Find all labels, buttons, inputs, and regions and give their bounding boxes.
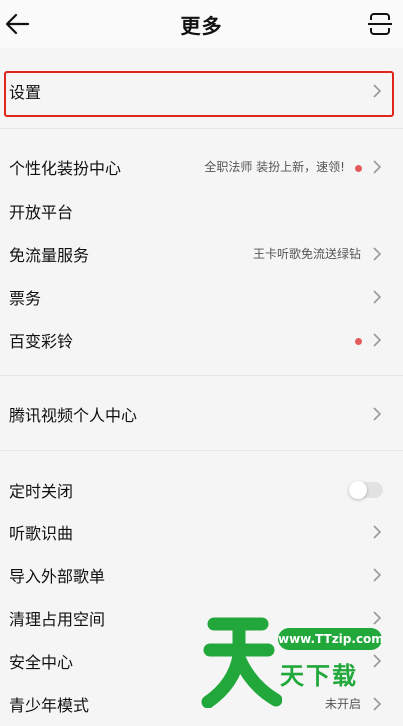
scan-icon[interactable] [367,11,393,37]
section-divider [0,375,403,376]
top-bar: 更多 [0,0,403,48]
free-traffic-item[interactable]: 免流量服务 王卡听歌免流送绿钻 [0,233,403,276]
chevron-right-icon [373,407,381,421]
notification-dot [355,165,362,172]
import-playlist-item[interactable]: 导入外部歌单 [0,554,403,597]
chevron-right-icon [373,333,381,347]
clear-space-label: 清理占用空间 [9,610,106,629]
watermark-text: 天下载 [280,662,358,690]
toggle-knob [349,481,367,499]
personalize-promo-text: 全职法师 装扮上新，速领! [204,160,345,174]
chevron-right-icon [373,290,381,304]
chevron-right-icon [373,525,381,539]
page-title: 更多 [180,14,223,38]
watermark-url: www.TTzip.com [278,628,384,650]
tencent-video-center-item[interactable]: 腾讯视频个人中心 [0,393,403,436]
ringtone-item[interactable]: 百变彩铃 [0,319,403,362]
open-platform-label: 开放平台 [9,203,74,222]
timer-off-item: 定时关闭 [0,469,403,512]
tencent-video-center-label: 腾讯视频个人中心 [9,406,138,425]
section-divider [0,128,403,129]
watermark: www.TTzip.com 天下载 [200,612,403,715]
personalize-center-label: 个性化装扮中心 [9,159,122,178]
chevron-right-icon [373,247,381,261]
timer-off-label: 定时关闭 [9,482,74,501]
song-recognition-label: 听歌识曲 [9,524,74,543]
timer-off-toggle[interactable] [349,481,383,499]
highlight-box [4,71,394,117]
tickets-item[interactable]: 票务 [0,276,403,319]
free-traffic-promo-text: 王卡听歌免流送绿钻 [252,247,361,261]
watermark-logo-icon [201,617,282,708]
chevron-right-icon [373,160,381,174]
ringtone-label: 百变彩铃 [9,332,74,351]
personalize-center-item[interactable]: 个性化装扮中心 全职法师 装扮上新，速领! [0,146,403,189]
song-recognition-item[interactable]: 听歌识曲 [0,511,403,554]
chevron-right-icon [373,568,381,582]
security-center-label: 安全中心 [9,653,74,672]
free-traffic-label: 免流量服务 [9,246,90,265]
teen-mode-label: 青少年模式 [9,696,90,715]
section-divider [0,450,403,451]
tickets-label: 票务 [9,289,42,308]
open-platform-item[interactable]: 开放平台 [0,190,403,233]
import-playlist-label: 导入外部歌单 [9,567,106,586]
notification-dot [355,338,362,345]
